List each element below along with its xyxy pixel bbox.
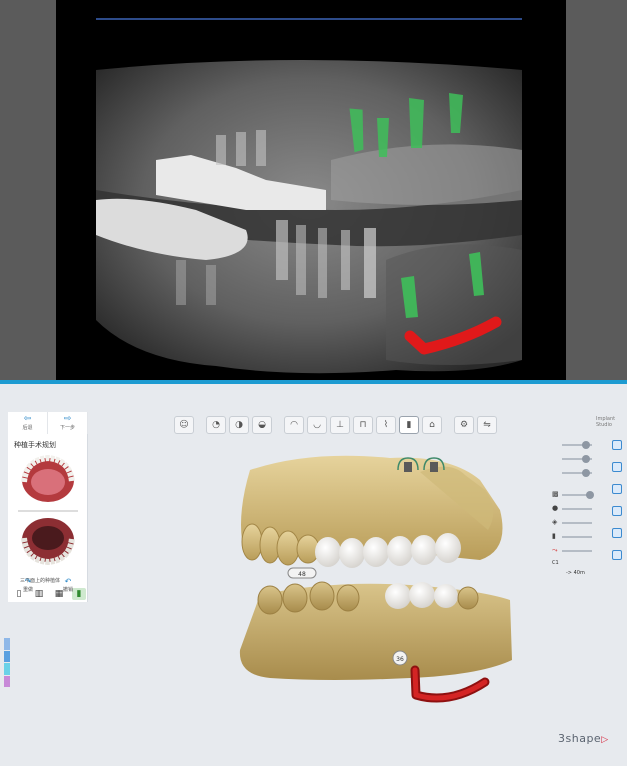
back-label: 后退 <box>22 425 33 431</box>
workflow-nav: ⇦ 后退 ⇨ 下一步 <box>8 412 88 434</box>
slider-knob[interactable] <box>586 491 594 499</box>
model-layer-icon[interactable]: ▩ <box>552 490 559 498</box>
workflow-panel: ⇦ 后退 ⇨ 下一步 种植手术规划 三平面上的种植体 ▯ ▥ ▦ ▮ <box>8 412 88 602</box>
settings-icon[interactable]: ⚙ <box>454 416 474 434</box>
next-label: 下一步 <box>59 425 75 431</box>
strip-segment[interactable] <box>4 650 10 662</box>
implant-layer-icon[interactable]: ▮ <box>552 532 556 540</box>
slider-knob[interactable] <box>582 455 590 463</box>
history-controls: ↷ 重做 ↶ 撤销 <box>8 577 88 597</box>
layer-slider[interactable] <box>562 508 592 510</box>
view-icon[interactable]: ◒ <box>252 416 272 434</box>
layer-toggle-icon[interactable] <box>612 484 622 494</box>
patient-icon[interactable]: ☺ <box>174 416 194 434</box>
next-button[interactable]: ⇨ 下一步 <box>48 412 88 434</box>
guide-icon[interactable]: ⌂ <box>422 416 442 434</box>
layer-toggle-icon[interactable] <box>612 528 622 538</box>
3shape-logo: 3shape▷ <box>558 732 609 745</box>
viewer-guide-line <box>96 18 522 20</box>
side-icon-column <box>612 440 624 572</box>
drill-icon[interactable]: ⌇ <box>376 416 396 434</box>
logo-text: 3shape <box>558 732 602 745</box>
redo-label: 重做 <box>22 587 33 593</box>
c1-label: C1 <box>552 560 559 566</box>
strip-segment[interactable] <box>4 638 10 650</box>
back-button[interactable]: ⇦ 后退 <box>8 412 48 434</box>
app-brand-small: Implant Studio <box>596 416 615 428</box>
scan-icon[interactable]: ◑ <box>229 416 249 434</box>
strip-segment[interactable] <box>4 675 10 687</box>
nerve-layer-icon[interactable]: ⤳ <box>552 546 558 555</box>
redo-icon: ↷ <box>24 577 32 586</box>
label-text-upper: 48 <box>298 571 306 578</box>
redo-button[interactable]: ↷ 重做 <box>8 577 48 597</box>
scan-layer-icon[interactable]: ● <box>552 504 558 512</box>
layer-toggle-icon[interactable] <box>612 506 622 516</box>
logo-mark-icon: ▷ <box>601 735 609 745</box>
left-gutter <box>0 0 56 380</box>
lower-jaw-icon[interactable]: ◡ <box>307 416 327 434</box>
undo-label: 撤销 <box>62 587 73 593</box>
layer-slider[interactable] <box>562 522 592 524</box>
undo-button[interactable]: ↶ 撤销 <box>48 577 88 597</box>
cbct-layer-icon[interactable]: ◈ <box>552 518 557 526</box>
layer-toggle-icon[interactable] <box>612 462 622 472</box>
slider-knob[interactable] <box>582 469 590 477</box>
undo-icon: ↶ <box>64 577 72 586</box>
window-divider <box>0 380 627 384</box>
model-icon[interactable]: ◔ <box>206 416 226 434</box>
layer-toggle-icon[interactable] <box>612 550 622 560</box>
compare-icon[interactable]: ⇋ <box>477 416 497 434</box>
c1-value: -> 40m <box>566 570 585 576</box>
strip-segment[interactable] <box>4 663 10 675</box>
planning-app-window: ⇦ 后退 ⇨ 下一步 种植手术规划 三平面上的种植体 ▯ ▥ ▦ ▮ ↷ 重做 … <box>0 380 627 766</box>
right-gutter <box>566 0 627 380</box>
panoramic-viewer[interactable] <box>56 0 566 380</box>
brand-line-2: Studio <box>596 422 612 428</box>
xray-window <box>0 0 627 380</box>
panoramic-xray-image[interactable] <box>96 60 522 375</box>
left-color-strip <box>4 638 10 688</box>
arrow-left-icon: ⇦ <box>23 414 32 424</box>
sleeve-icon[interactable]: ⊓ <box>353 416 373 434</box>
slider-knob[interactable] <box>582 441 590 449</box>
layer-slider[interactable] <box>562 550 592 552</box>
panel-title: 种植手术规划 <box>14 441 56 449</box>
implant-selected-icon[interactable]: ▮ <box>399 416 419 434</box>
layer-slider[interactable] <box>562 536 592 538</box>
upper-jaw-icon[interactable]: ◠ <box>284 416 304 434</box>
label-text-lower: 36 <box>396 656 404 663</box>
main-toolbar: ☺ ◔ ◑ ◒ ◠ ◡ ⊥ ⊓ ⌇ ▮ ⌂ ⚙ ⇋ <box>174 416 497 436</box>
3d-dental-model-view[interactable]: 48 36 <box>230 450 530 720</box>
jaw-thumbnail[interactable] <box>14 452 82 572</box>
arrow-right-icon: ⇨ <box>63 414 72 424</box>
layer-toggle-icon[interactable] <box>612 440 622 450</box>
implant-icon[interactable]: ⊥ <box>330 416 350 434</box>
